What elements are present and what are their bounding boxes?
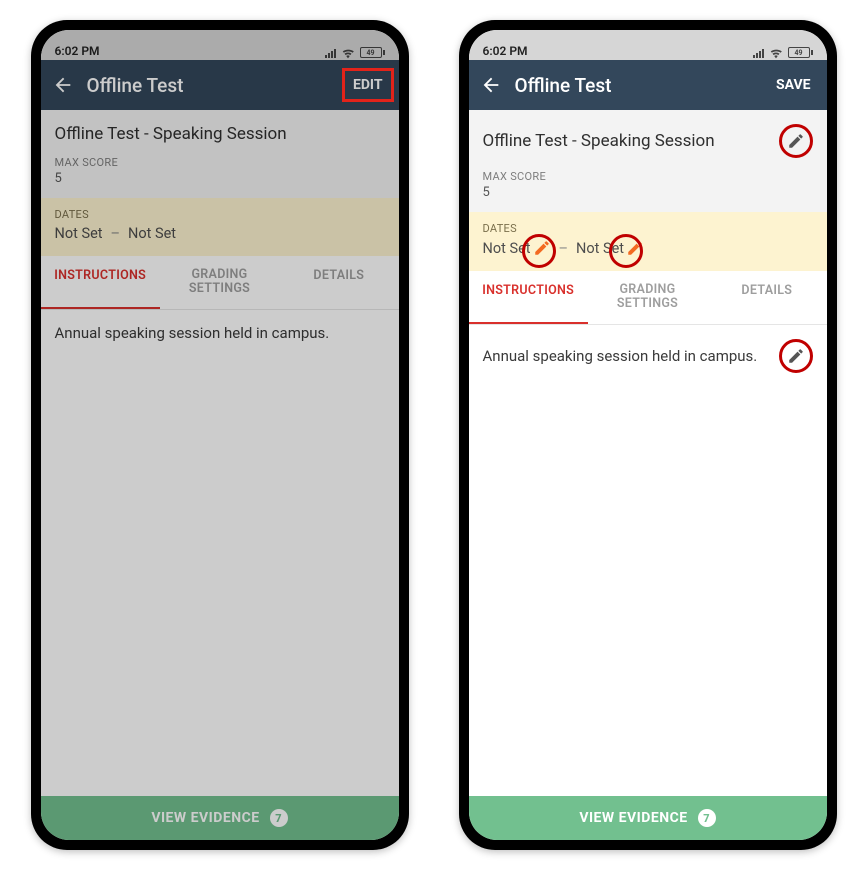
dates-block: DATES Not Set – Not Set <box>41 198 399 256</box>
tab-grading-settings[interactable]: GRADING SETTINGS <box>588 271 707 324</box>
edit-date-to-button[interactable] <box>609 234 643 268</box>
edit-instructions-button[interactable] <box>779 339 813 373</box>
save-button[interactable]: SAVE <box>770 73 817 97</box>
screen: 6:02 PM 49 Offline Test EDIT <box>41 30 399 840</box>
date-from: Not Set <box>55 225 103 242</box>
dates-label: DATES <box>483 222 813 235</box>
tab-details[interactable]: DETAILS <box>279 256 398 309</box>
wifi-icon <box>769 48 783 58</box>
view-evidence-button[interactable]: VIEW EVIDENCE 7 <box>469 796 827 840</box>
status-time: 6:02 PM <box>55 44 100 58</box>
instructions-text: Annual speaking session held in campus. <box>55 324 330 342</box>
screen: 6:02 PM 49 Offline Test SAVE <box>469 30 827 840</box>
date-to: Not Set <box>128 225 176 242</box>
phone-right: 6:02 PM 49 Offline Test SAVE <box>459 20 837 850</box>
status-icons: 49 <box>325 47 385 58</box>
dates-row: Not Set – Not Set <box>55 225 385 242</box>
evidence-count-badge: 7 <box>270 809 288 827</box>
pencil-icon <box>787 347 805 365</box>
tab-instructions[interactable]: INSTRUCTIONS <box>469 271 588 324</box>
tab-grading-settings[interactable]: GRADING SETTINGS <box>160 256 279 309</box>
instructions-content: Annual speaking session held in campus. <box>41 310 399 796</box>
dates-block: DATES Not Set – Not Set <box>469 212 827 271</box>
battery-icon: 49 <box>788 47 813 58</box>
back-button[interactable] <box>51 73 75 97</box>
app-bar: Offline Test EDIT <box>41 60 399 110</box>
view-evidence-button[interactable]: VIEW EVIDENCE 7 <box>41 796 399 840</box>
max-score-value: 5 <box>55 171 385 186</box>
phone-left: 6:02 PM 49 Offline Test EDIT <box>31 20 409 850</box>
dash-icon: – <box>111 225 121 242</box>
instructions-content: Annual speaking session held in campus. <box>469 325 827 796</box>
test-title: Offline Test - Speaking Session <box>483 131 715 151</box>
dash-icon: – <box>559 240 569 257</box>
signal-icon <box>325 48 336 58</box>
battery-icon: 49 <box>360 47 385 58</box>
max-score-value: 5 <box>483 185 813 200</box>
status-icons: 49 <box>753 47 813 58</box>
tabs: INSTRUCTIONS GRADING SETTINGS DETAILS <box>469 271 827 325</box>
dates-label: DATES <box>55 208 385 221</box>
back-button[interactable] <box>479 73 503 97</box>
instructions-text: Annual speaking session held in campus. <box>483 347 758 365</box>
edit-button[interactable]: EDIT <box>347 73 389 97</box>
max-score-label: MAX SCORE <box>483 170 813 183</box>
test-title: Offline Test - Speaking Session <box>55 124 385 144</box>
wifi-icon <box>341 48 355 58</box>
view-evidence-label: VIEW EVIDENCE <box>579 810 687 826</box>
max-score-label: MAX SCORE <box>55 156 385 169</box>
title-block: Offline Test - Speaking Session MAX SCOR… <box>41 110 399 198</box>
status-bar: 6:02 PM 49 <box>469 30 827 60</box>
tab-details[interactable]: DETAILS <box>707 271 826 324</box>
tabs: INSTRUCTIONS GRADING SETTINGS DETAILS <box>41 256 399 310</box>
edit-button-label: EDIT <box>353 77 383 93</box>
status-bar: 6:02 PM 49 <box>41 30 399 60</box>
app-bar: Offline Test SAVE <box>469 60 827 110</box>
tab-instructions[interactable]: INSTRUCTIONS <box>41 256 160 309</box>
view-evidence-label: VIEW EVIDENCE <box>151 810 259 826</box>
status-time: 6:02 PM <box>483 44 528 58</box>
pencil-icon <box>787 132 805 150</box>
edit-date-from-button[interactable] <box>522 234 556 268</box>
edit-title-button[interactable] <box>779 124 813 158</box>
appbar-title: Offline Test <box>515 74 759 97</box>
title-block: Offline Test - Speaking Session MAX SCOR… <box>469 110 827 212</box>
appbar-title: Offline Test <box>87 74 335 97</box>
signal-icon <box>753 48 764 58</box>
evidence-count-badge: 7 <box>698 809 716 827</box>
